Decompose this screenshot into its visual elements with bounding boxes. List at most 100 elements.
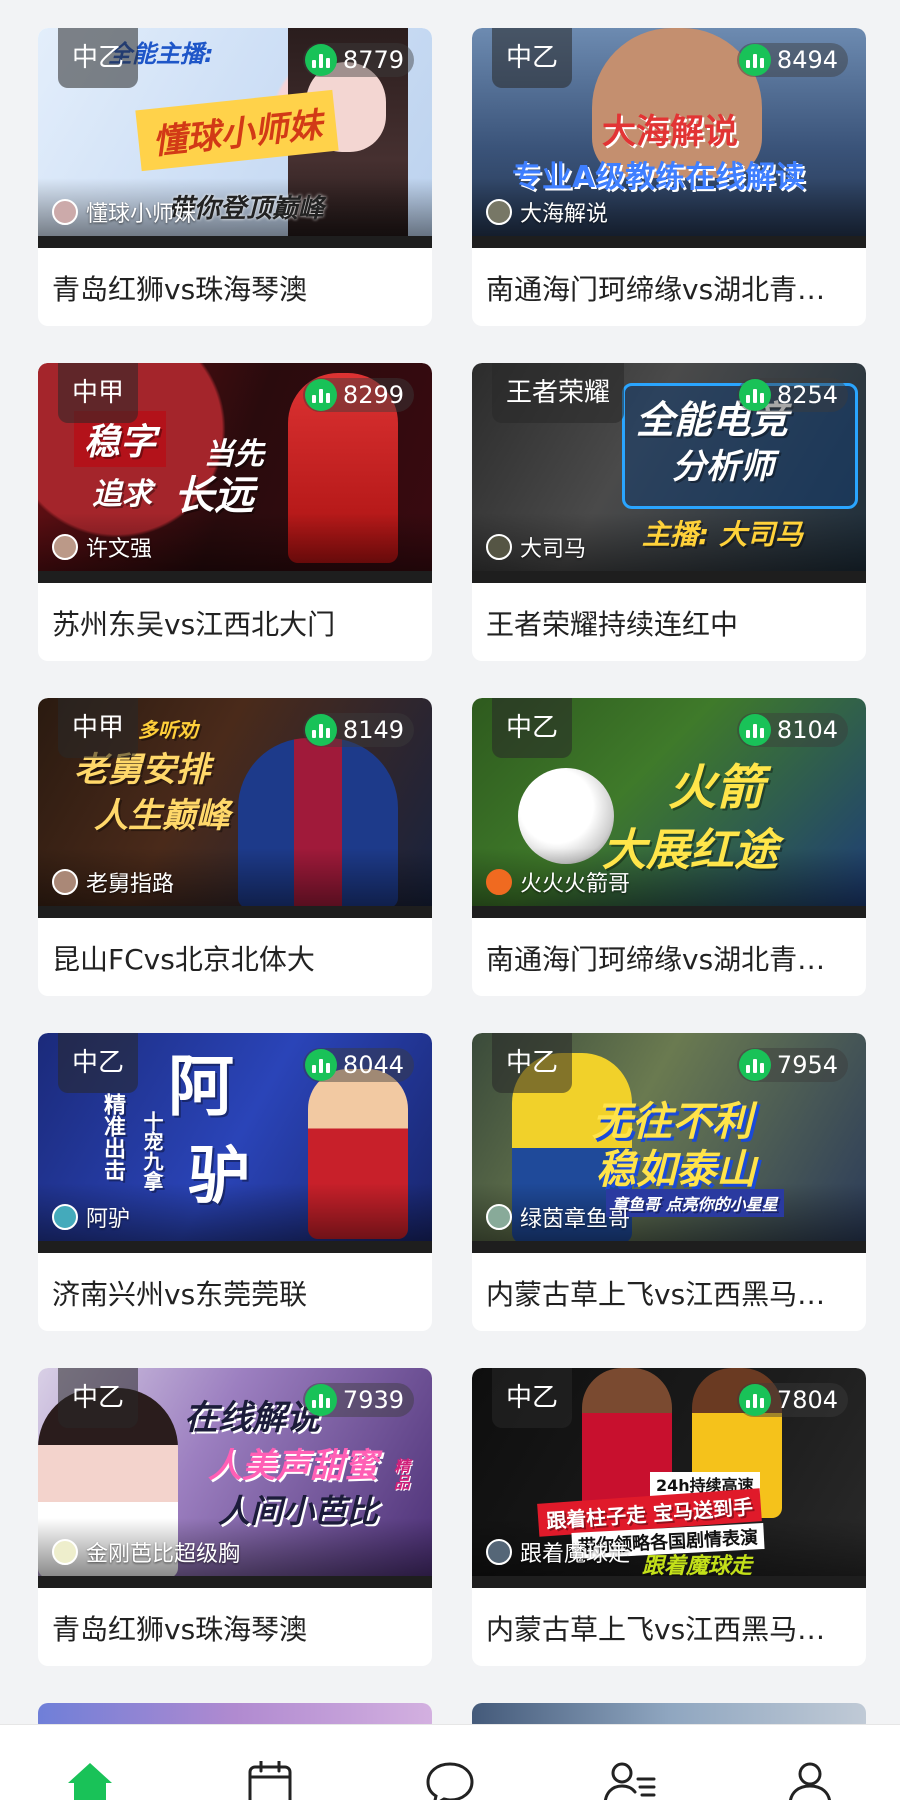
anchor-info: 懂球小师妹 xyxy=(52,196,196,228)
tab-home[interactable] xyxy=(30,1725,150,1800)
anchor-name: 大司马 xyxy=(520,537,587,562)
promo-text: 十宠九拿 xyxy=(140,1111,164,1191)
signal-bars-icon xyxy=(738,1049,771,1081)
live-list-page: 全能主播: 懂球小师妹 带你登顶巅峰 中乙 8779 懂球小师妹 青岛红狮vs珠… xyxy=(0,0,900,1800)
anchor-name: 大海解说 xyxy=(520,202,609,227)
live-card[interactable]: 无往不利 稳如泰山 章鱼哥 点亮你的小星星 中乙 7954 绿茵章鱼哥 内蒙古草… xyxy=(472,1033,866,1331)
live-card[interactable]: 阿 驴 精准出击 十宠九拿 中乙 8044 阿驴 济南兴州vs东莞莞联 xyxy=(38,1033,432,1331)
anchor-name: 金刚芭比超级胸 xyxy=(86,1542,241,1567)
match-title: 南通海门珂缔缘vs湖北青… xyxy=(486,273,826,306)
match-title: 青岛红狮vs珠海琴澳 xyxy=(52,273,308,306)
anchor-info: 跟着魔球走 xyxy=(486,1536,630,1568)
live-card[interactable]: 大海解说 专业A级教练在线解读 中乙 8494 大海解说 南通海门珂缔缘vs湖北… xyxy=(472,28,866,326)
live-card[interactable]: 24h持续高速 跟着柱子走 宝马送到手 带你领略各国剧情表演 跟着魔球走 中乙 … xyxy=(472,1368,866,1666)
league-tag: 中乙 xyxy=(492,698,573,758)
viewer-count-badge: 7804 xyxy=(736,1383,848,1417)
card-thumbnail: 稳字 当先 追求 长远 中甲 8299 许文强 xyxy=(38,363,432,583)
viewer-count-badge: 7954 xyxy=(736,1048,848,1082)
anchor-name: 跟着魔球走 xyxy=(520,1542,631,1567)
promo-text: 章鱼哥 点亮你的小星星 xyxy=(606,1189,784,1217)
league-tag: 中乙 xyxy=(492,1033,573,1093)
live-card[interactable]: 全能电竞 分析师 主播: 大司马 王者荣耀 8254 大司马 王者荣耀持续连红中 xyxy=(472,363,866,661)
promo-text: 分析师 xyxy=(672,447,774,487)
bottom-tab-bar xyxy=(0,1724,900,1800)
viewer-count-badge: 8149 xyxy=(302,713,414,747)
anchor-name: 许文强 xyxy=(86,537,153,562)
match-title: 苏州东吴vs江西北大门 xyxy=(52,608,336,641)
promo-text: 火箭 xyxy=(668,760,765,816)
card-thumbnail: 阿 驴 精准出击 十宠九拿 中乙 8044 阿驴 xyxy=(38,1033,432,1253)
viewer-count-badge: 8044 xyxy=(302,1048,414,1082)
promo-text: 主播: 大司马 xyxy=(642,518,803,551)
tab-following[interactable] xyxy=(570,1725,690,1800)
promo-text: 人间小芭比 xyxy=(218,1492,379,1530)
match-title: 济南兴州vs东莞莞联 xyxy=(52,1278,308,1311)
match-title: 内蒙古草上飞vs江西黑马… xyxy=(486,1278,826,1311)
promo-text: 追求 xyxy=(92,477,152,512)
league-tag: 中甲 xyxy=(58,363,139,423)
anchor-name: 火火火箭哥 xyxy=(520,872,631,897)
avatar xyxy=(52,869,78,895)
tab-messages[interactable] xyxy=(390,1725,510,1800)
league-tag: 中乙 xyxy=(58,1368,139,1428)
anchor-info: 火火火箭哥 xyxy=(486,866,630,898)
signal-bars-icon xyxy=(304,1384,337,1416)
anchor-name: 懂球小师妹 xyxy=(86,202,197,227)
promo-text: 精品 xyxy=(391,1458,410,1490)
promo-text: 在线解说 xyxy=(184,1398,320,1438)
anchor-info: 大司马 xyxy=(486,531,586,563)
card-thumbnail: 24h持续高速 跟着柱子走 宝马送到手 带你领略各国剧情表演 跟着魔球走 中乙 … xyxy=(472,1368,866,1588)
promo-text: 人生巅峰 xyxy=(94,796,230,836)
anchor-info: 绿茵章鱼哥 xyxy=(486,1201,630,1233)
live-card[interactable]: 在线解说 人美声甜蜜 人间小芭比 精品 中乙 7939 金刚芭比超级胸 青岛红狮… xyxy=(38,1368,432,1666)
anchor-info: 老舅指路 xyxy=(52,866,174,898)
viewer-count: 8104 xyxy=(776,716,838,744)
calendar-icon xyxy=(248,1761,292,1800)
avatar xyxy=(486,199,512,225)
league-tag: 中甲 xyxy=(58,698,139,758)
anchor-info: 大海解说 xyxy=(486,196,608,228)
live-card[interactable]: 多听劝 老舅安排 人生巅峰 中甲 8149 老舅指路 昆山FCvs北京北体大 xyxy=(38,698,432,996)
promo-text: 跟着魔球走 xyxy=(642,1554,753,1579)
card-thumbnail: 全能主播: 懂球小师妹 带你登顶巅峰 中乙 8779 懂球小师妹 xyxy=(38,28,432,248)
avatar xyxy=(52,199,78,225)
match-title: 昆山FCvs北京北体大 xyxy=(52,943,315,976)
viewer-count-badge: 8299 xyxy=(302,378,414,412)
league-tag: 中乙 xyxy=(492,1368,573,1428)
viewer-count-badge: 8104 xyxy=(736,713,848,747)
signal-bars-icon xyxy=(304,379,337,411)
live-card[interactable]: 稳字 当先 追求 长远 中甲 8299 许文强 苏州东吴vs江西北大门 xyxy=(38,363,432,661)
promo-text: 多听劝 xyxy=(138,718,198,742)
viewer-count: 8044 xyxy=(342,1051,404,1079)
avatar xyxy=(52,534,78,560)
user-list-icon xyxy=(603,1762,656,1800)
viewer-count-badge: 8494 xyxy=(736,43,848,77)
league-tag: 中乙 xyxy=(58,1033,139,1093)
viewer-count-badge: 8779 xyxy=(302,43,414,77)
promo-text: 稳如泰山 xyxy=(596,1147,756,1193)
league-tag: 王者荣耀 xyxy=(492,363,625,423)
signal-bars-icon xyxy=(738,379,771,411)
anchor-name: 阿驴 xyxy=(86,1207,131,1232)
match-title: 南通海门珂缔缘vs湖北青… xyxy=(486,943,826,976)
card-thumbnail: 多听劝 老舅安排 人生巅峰 中甲 8149 老舅指路 xyxy=(38,698,432,918)
viewer-count: 8299 xyxy=(342,381,404,409)
avatar xyxy=(486,534,512,560)
tab-schedule[interactable] xyxy=(210,1725,330,1800)
live-card[interactable]: 火箭 大展红途 中乙 8104 火火火箭哥 南通海门珂缔缘vs湖北青… xyxy=(472,698,866,996)
promo-text: 驴 xyxy=(188,1139,251,1212)
promo-text: 人美声甜蜜 xyxy=(208,1446,378,1486)
live-card[interactable]: 全能主播: 懂球小师妹 带你登顶巅峰 中乙 8779 懂球小师妹 青岛红狮vs珠… xyxy=(38,28,432,326)
anchor-name: 绿茵章鱼哥 xyxy=(520,1207,631,1232)
user-icon xyxy=(788,1762,832,1800)
signal-bars-icon xyxy=(304,1049,337,1081)
viewer-count: 8254 xyxy=(776,381,838,409)
viewer-count: 8494 xyxy=(776,46,838,74)
home-icon xyxy=(68,1763,112,1800)
promo-text: 长远 xyxy=(174,473,254,519)
card-thumbnail: 全能电竞 分析师 主播: 大司马 王者荣耀 8254 大司马 xyxy=(472,363,866,583)
viewer-count: 8149 xyxy=(342,716,404,744)
avatar xyxy=(486,1204,512,1230)
viewer-count-badge: 7939 xyxy=(302,1383,414,1417)
tab-profile[interactable] xyxy=(750,1725,870,1800)
